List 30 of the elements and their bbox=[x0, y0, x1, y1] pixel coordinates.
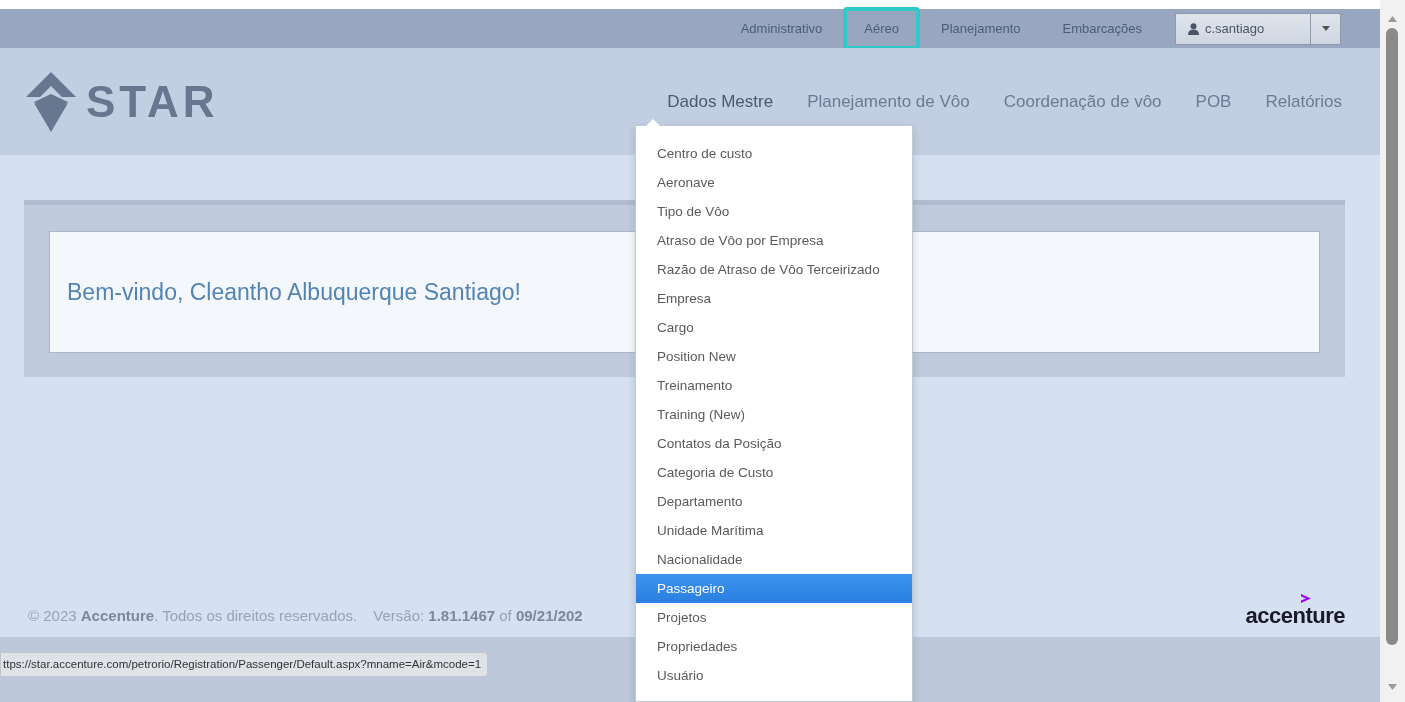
nav-link[interactable]: Dados Mestre bbox=[650, 88, 791, 115]
menu-item[interactable]: Passageiro bbox=[636, 574, 912, 603]
menu-item[interactable]: Usuário bbox=[636, 661, 912, 690]
menu-item[interactable]: Nacionalidade bbox=[636, 545, 912, 574]
menu-item[interactable]: Cargo bbox=[636, 313, 912, 342]
welcome-message: Bem-vindo, Cleantho Albuquerque Santiago! bbox=[67, 277, 521, 307]
caret-icon bbox=[1321, 26, 1330, 31]
menu-item[interactable]: Atraso de Vôo por Empresa bbox=[636, 226, 912, 255]
menu-item[interactable]: Centro de custo bbox=[636, 139, 912, 168]
menu-item[interactable]: Categoria de Custo bbox=[636, 458, 912, 487]
status-url: ttps://star.accenture.com/petrorio/Registration/Passenger/Default.aspx?mname=Air&mcode=1 bbox=[0, 652, 489, 678]
menu-item[interactable]: Training (New) bbox=[636, 400, 912, 429]
menu-item[interactable]: Departamento bbox=[636, 487, 912, 516]
menu-item[interactable]: Unidade Marítima bbox=[636, 516, 912, 545]
version-text: Versão: 1.81.1467 of 09/21/202 bbox=[373, 605, 583, 626]
menu-item[interactable]: Empresa bbox=[636, 284, 912, 313]
chevron-icon bbox=[1300, 594, 1311, 603]
logo-text: STAR bbox=[86, 79, 219, 124]
brand-logo: accenture bbox=[1245, 605, 1345, 627]
menu-item[interactable]: Razão de Atraso de Vôo Terceirizado bbox=[636, 255, 912, 284]
menu-item[interactable]: Position New bbox=[636, 342, 912, 371]
copyright-text: © 2023 Accenture. Todos os direitos reservados. bbox=[28, 605, 358, 626]
menu-item[interactable]: Aeronave bbox=[636, 168, 912, 197]
menu-item[interactable]: Tipo de Vôo bbox=[636, 197, 912, 226]
menu-item[interactable]: Treinamento bbox=[636, 371, 912, 400]
user-icon bbox=[1188, 22, 1199, 35]
menu-item[interactable]: Propriedades bbox=[636, 632, 912, 661]
menu-item[interactable]: Projetos bbox=[636, 603, 912, 632]
menu-item[interactable]: Contatos da Posição bbox=[636, 429, 912, 458]
star-logo-icon bbox=[26, 71, 76, 132]
